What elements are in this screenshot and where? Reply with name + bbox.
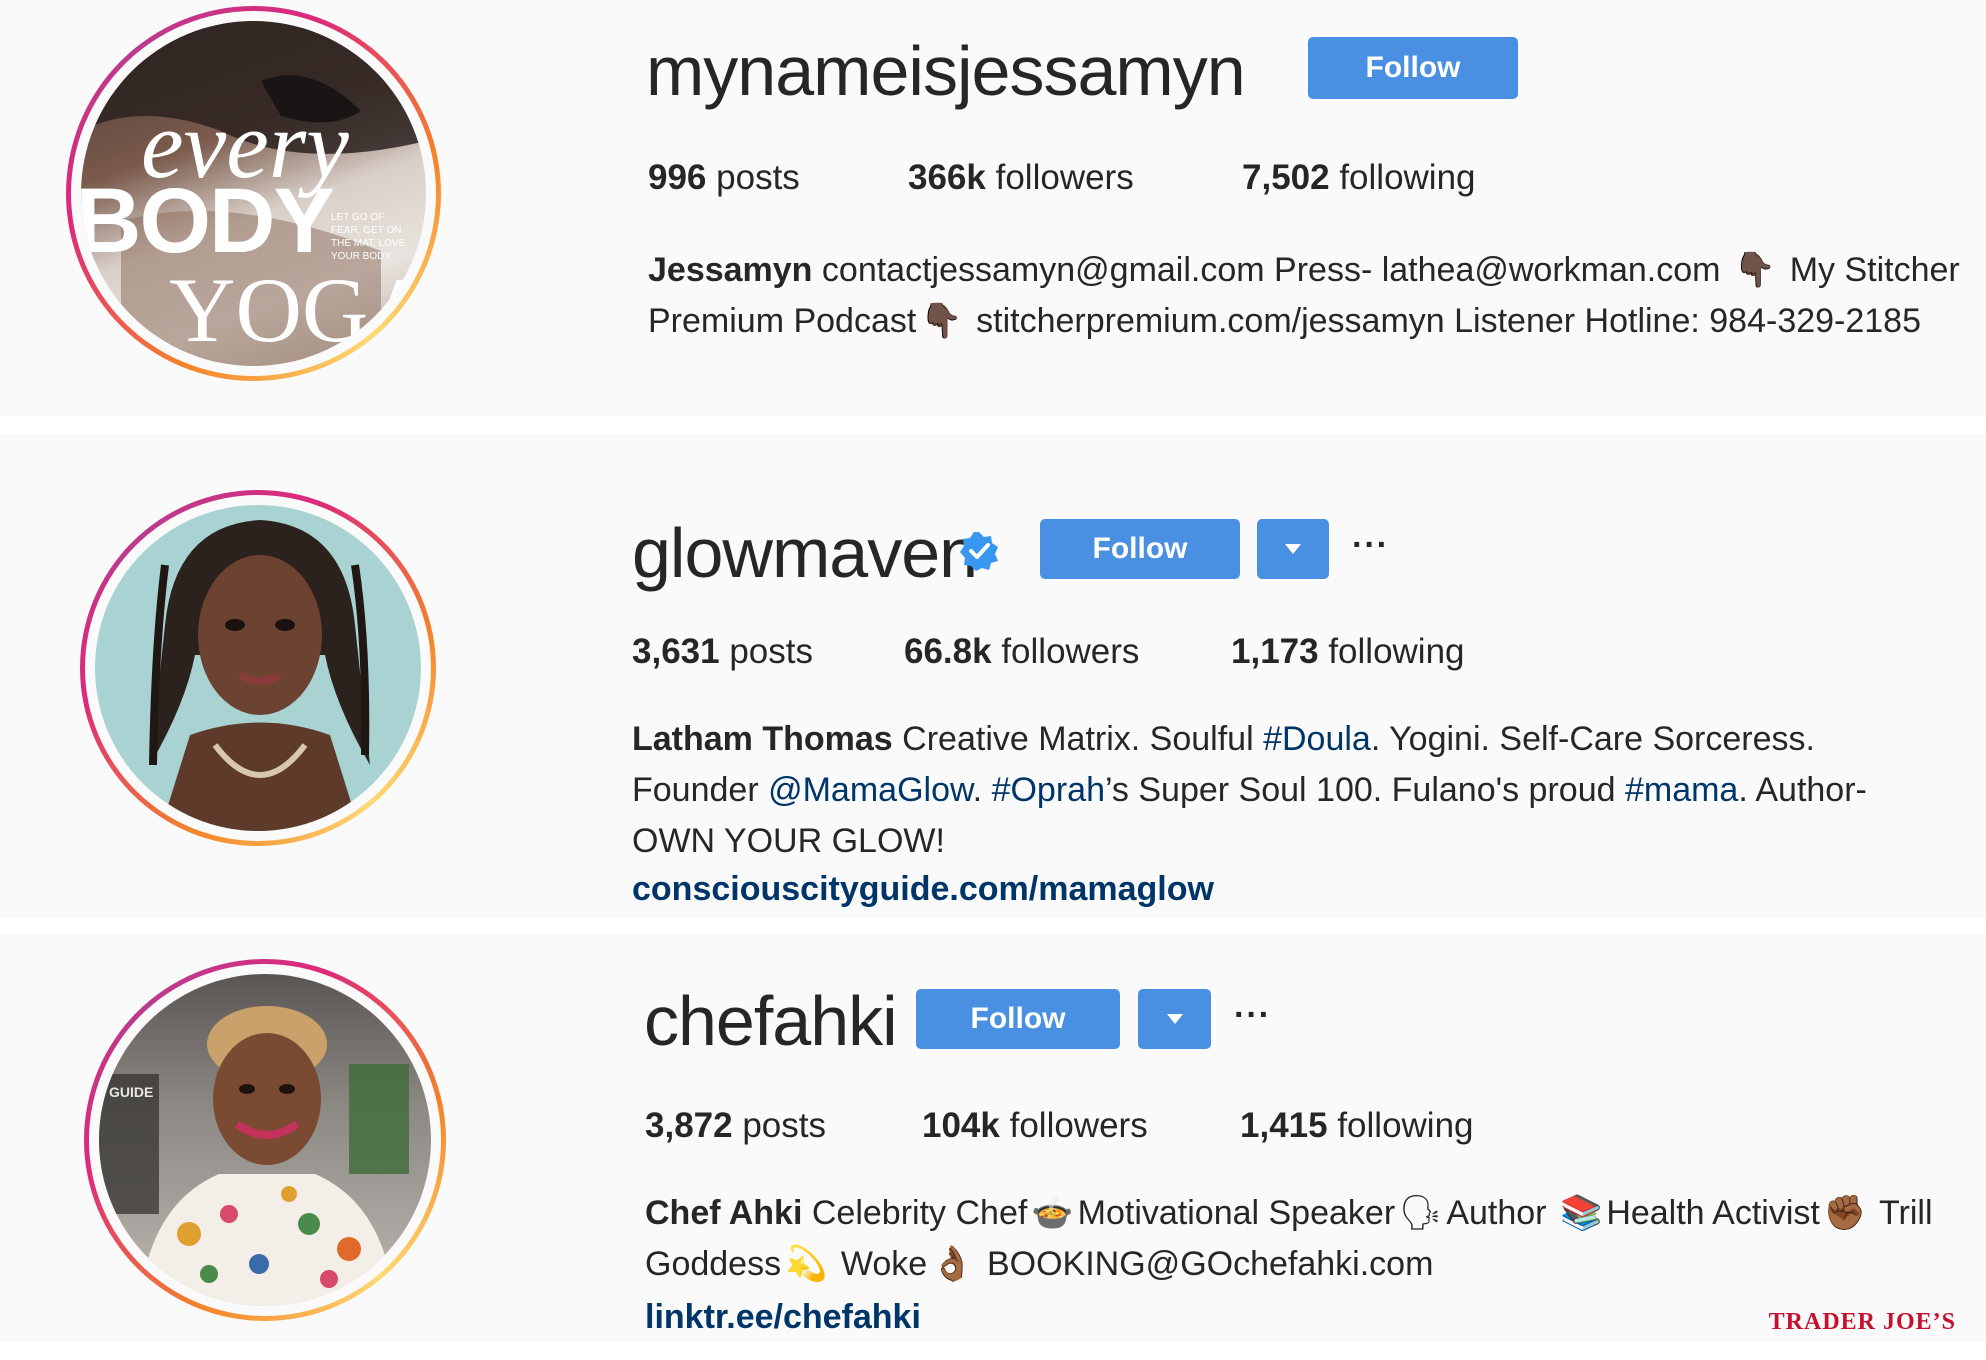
following-stat[interactable]: 1,173 following [1231, 632, 1465, 672]
more-options-icon[interactable]: ··· [1352, 526, 1389, 565]
avatar [95, 505, 421, 831]
chevron-down-icon [1166, 1014, 1183, 1024]
following-stat[interactable]: 1,415 following [1240, 1106, 1474, 1146]
followers-count: 66.8k [904, 632, 992, 671]
bio: Chef Ahki Celebrity Chef 🍲 Motivational Sp… [645, 1188, 1965, 1290]
avatar: GUIDE [99, 974, 431, 1306]
followers-stat[interactable]: 66.8k followers [904, 632, 1139, 672]
books-emoji-icon: 📚 [1559, 1193, 1603, 1233]
ok-hand-emoji-icon: 👌🏾 [931, 1244, 974, 1284]
avatar-tagline: LET GO OF FEAR, GET ON THE MAT, LOVE YOU… [331, 212, 406, 262]
follow-button[interactable]: Follow [1040, 519, 1240, 579]
following-stat[interactable]: 7,502 following [1242, 158, 1476, 198]
posts-label: posts [729, 632, 813, 671]
followers-label: followers [1001, 632, 1140, 671]
bio-text: stitcherpremium.com/jessamyn Listener Ho… [976, 302, 1922, 340]
username: mynameisjessamyn [646, 32, 1246, 110]
suggestions-dropdown-button[interactable] [1138, 989, 1211, 1049]
bio-text: . [972, 771, 983, 809]
pointing-down-emoji-icon: 👇🏿 [920, 301, 963, 341]
dizzy-emoji-icon: 💫 [785, 1244, 828, 1284]
following-count: 1,173 [1231, 632, 1319, 671]
follow-button[interactable]: Follow [916, 989, 1120, 1049]
hashtag-oprah[interactable]: #Oprah [992, 771, 1105, 809]
bio-name: Jessamyn [648, 251, 813, 289]
posts-label: posts [742, 1106, 826, 1145]
profile-card-glowmaven: glowmaven Follow ··· 3,631 posts 66.8k f… [0, 434, 1986, 918]
website-link[interactable]: linktr.ee/chefahki [645, 1298, 921, 1337]
verified-badge-icon [958, 530, 1000, 572]
following-label: following [1328, 632, 1465, 671]
posts-stat[interactable]: 3,631 posts [632, 632, 813, 672]
posts-count: 996 [648, 158, 707, 197]
story-ring[interactable]: GUIDE [84, 959, 446, 1321]
more-options-icon[interactable]: ··· [1234, 996, 1271, 1035]
bio-text: BOOKING@GOchefahki.com [986, 1245, 1434, 1283]
followers-stat[interactable]: 104k followers [922, 1106, 1148, 1146]
followers-count: 366k [908, 158, 986, 197]
avatar-title-yoga: YOGA [169, 259, 426, 361]
posts-count: 3,872 [645, 1106, 733, 1145]
stew-emoji-icon: 🍲 [1031, 1193, 1074, 1233]
username: glowmaven [632, 514, 978, 592]
following-label: following [1339, 158, 1476, 197]
bio-name: Chef Ahki [645, 1194, 803, 1232]
posts-count: 3,631 [632, 632, 720, 671]
following-label: following [1337, 1106, 1474, 1145]
following-count: 1,415 [1240, 1106, 1328, 1145]
bio-text: Health Activist [1606, 1194, 1820, 1232]
followers-label: followers [995, 158, 1134, 197]
bio-text: Motivational Speaker [1077, 1194, 1396, 1232]
bio-name: Latham Thomas [632, 720, 893, 758]
mention-mamaglow[interactable]: @MamaGlow [768, 771, 973, 809]
speaking-head-emoji-icon: 🗣 [1399, 1193, 1443, 1233]
suggestions-dropdown-button[interactable] [1257, 519, 1329, 579]
bio: Latham Thomas Creative Matrix. Soulful #… [632, 714, 1892, 867]
avatar: every BODY YOGA LET GO OF FEAR, GET ON T… [81, 21, 426, 366]
pointing-down-emoji-icon: 👇🏿 [1733, 250, 1777, 290]
followers-count: 104k [922, 1106, 1000, 1145]
followers-stat[interactable]: 366k followers [908, 158, 1134, 198]
bio-text: Creative Matrix. Soulful [902, 720, 1254, 758]
bio-text: contactjessamyn@gmail.com Press- lathea@… [821, 251, 1721, 289]
bio-text: Author [1446, 1194, 1547, 1232]
username: chefahki [644, 982, 898, 1060]
trader-joes-watermark: TRADER JOE’S [1768, 1309, 1956, 1335]
story-ring[interactable]: every BODY YOGA LET GO OF FEAR, GET ON T… [66, 6, 441, 381]
following-count: 7,502 [1242, 158, 1330, 197]
posts-stat[interactable]: 3,872 posts [645, 1106, 826, 1146]
bio-text: Celebrity Chef [811, 1194, 1028, 1232]
avatar-book-text: GUIDE [109, 1084, 154, 1100]
profile-card-chefahki: GUIDE chefahki Follow ··· 3,872 posts 10… [0, 934, 1986, 1342]
posts-label: posts [716, 158, 800, 197]
story-ring[interactable] [80, 490, 436, 846]
website-link[interactable]: consciouscityguide.com/mamaglow [632, 870, 1214, 909]
raised-fist-emoji-icon: ✊🏾 [1823, 1193, 1867, 1233]
followers-label: followers [1009, 1106, 1148, 1145]
hashtag-doula[interactable]: #Doula [1263, 720, 1371, 758]
profile-card-mynameisjessamyn: every BODY YOGA LET GO OF FEAR, GET ON T… [0, 0, 1986, 416]
bio-text: Woke [840, 1245, 928, 1283]
bio-text: ’s Super Soul 100. Fulano's proud [1104, 771, 1616, 809]
chevron-down-icon [1285, 544, 1301, 554]
posts-stat[interactable]: 996 posts [648, 158, 800, 198]
bio: Jessamyn contactjessamyn@gmail.com Press… [648, 245, 1986, 347]
follow-button[interactable]: Follow [1308, 37, 1518, 99]
hashtag-mama[interactable]: #mama [1625, 771, 1738, 809]
